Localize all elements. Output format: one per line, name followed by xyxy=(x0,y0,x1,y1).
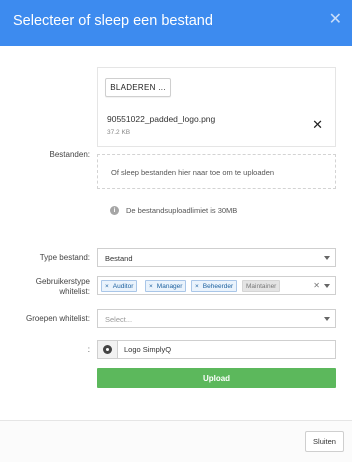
tag-label: Manager xyxy=(156,282,183,290)
info-icon: i xyxy=(110,206,119,215)
remove-file-icon[interactable]: ✕ xyxy=(312,118,323,131)
dialog-header: Selecteer of sleep een bestand ✕ xyxy=(0,0,352,46)
groups-label: Groepen whitelist: xyxy=(25,314,90,323)
user-types-multiselect[interactable]: × Auditor × Manager × Beheerder Maintain… xyxy=(97,276,336,295)
dropzone[interactable]: Of sleep bestanden hier naar toe om te u… xyxy=(97,154,336,189)
close-icon[interactable]: ✕ xyxy=(329,12,342,28)
selected-file-box: BLADEREN ... 90551022_padded_logo.png 37… xyxy=(97,67,336,147)
upload-button[interactable]: Upload xyxy=(97,368,336,388)
tag-auditor: × Auditor xyxy=(101,280,138,292)
type-select[interactable]: Bestand xyxy=(97,248,336,267)
type-select-value: Bestand xyxy=(105,254,133,263)
file-size: 37.2 KB xyxy=(107,129,131,136)
tag-label: Beheerder xyxy=(202,282,234,290)
tag-remove-icon[interactable]: × xyxy=(105,283,109,290)
tag-manager: × Manager xyxy=(145,280,187,292)
tag-maintainer-disabled: Maintainer xyxy=(242,280,281,292)
dialog-title: Selecteer of sleep een bestand xyxy=(13,13,213,29)
tag-remove-icon[interactable]: × xyxy=(149,283,153,290)
radio-selected-icon[interactable] xyxy=(103,345,112,354)
upload-limit-info: i De bestandsuploadlimiet is 30MB xyxy=(110,206,237,215)
chevron-down-icon xyxy=(324,317,330,321)
tag-label: Auditor xyxy=(112,282,134,290)
chevron-down-icon xyxy=(324,284,330,288)
dropzone-text: Of sleep bestanden hier naar toe om te u… xyxy=(111,168,275,177)
dialog-footer xyxy=(0,421,352,462)
logo-option-label: : xyxy=(87,345,90,354)
close-button[interactable]: Sluiten xyxy=(305,431,344,452)
chevron-down-icon xyxy=(324,256,330,260)
user-types-label-line1: Gebruikerstype xyxy=(35,277,90,286)
file-name: 90551022_padded_logo.png xyxy=(107,114,216,124)
clear-icon[interactable]: ✕ xyxy=(313,281,320,290)
groups-select[interactable]: Select... xyxy=(97,309,336,328)
upload-limit-text: De bestandsuploadlimiet is 30MB xyxy=(126,206,238,215)
radio-addon[interactable] xyxy=(98,341,118,358)
type-label: Type bestand: xyxy=(39,253,90,262)
logo-option-group: Logo SimplyQ xyxy=(97,340,336,359)
logo-option-value: Logo SimplyQ xyxy=(124,345,172,354)
browse-button[interactable]: BLADEREN ... xyxy=(105,78,171,97)
user-types-label: Gebruikerstype whitelist: xyxy=(14,277,90,297)
tag-remove-icon[interactable]: × xyxy=(195,283,199,290)
groups-placeholder: Select... xyxy=(105,315,133,324)
files-label: Bestanden: xyxy=(49,150,90,159)
tag-beheerder: × Beheerder xyxy=(191,280,238,292)
user-types-label-line2: whitelist: xyxy=(59,287,90,296)
